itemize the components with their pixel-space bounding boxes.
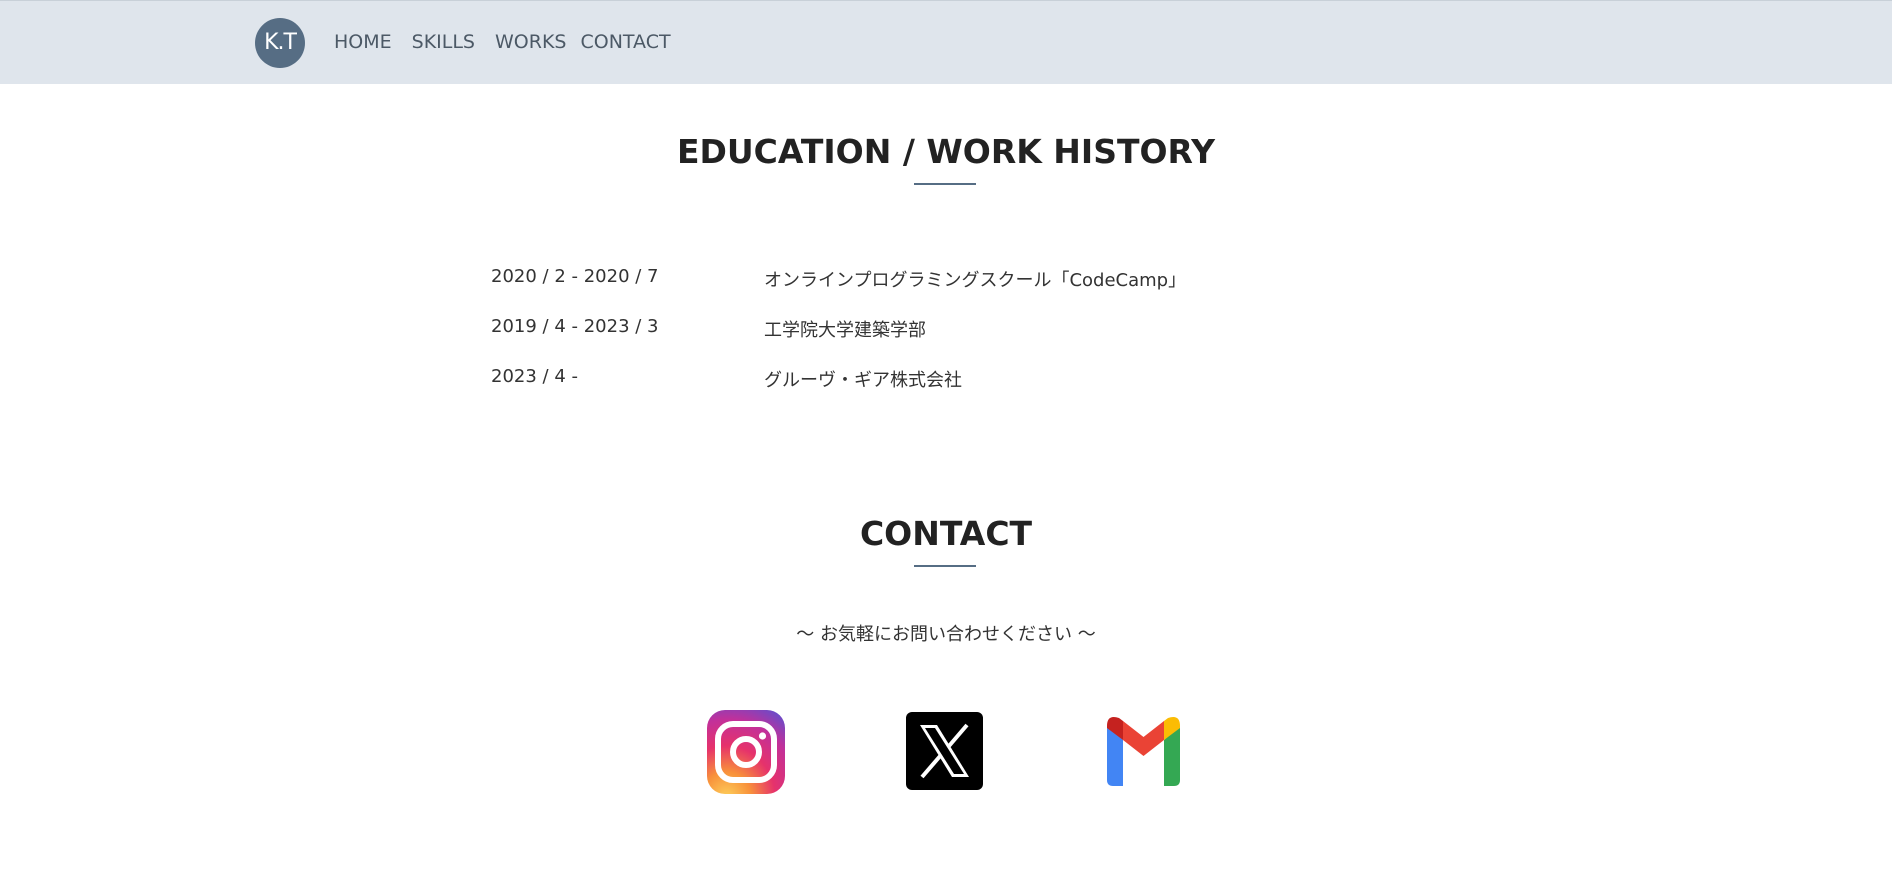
history-description: オンラインプログラミングスクール「CodeCamp」 <box>764 270 1187 291</box>
nav-contact-link[interactable]: CONTACT <box>580 31 670 53</box>
nav-works-link[interactable]: WORKS <box>495 31 566 53</box>
instagram-icon <box>707 710 785 794</box>
logo-text: K.T <box>264 30 297 55</box>
site-header: K.T HOME SKILLS WORKS CONTACT <box>0 0 1892 84</box>
nav-skills-link[interactable]: SKILLS <box>412 31 475 53</box>
x-icon <box>906 712 983 790</box>
main-nav: HOME SKILLS WORKS CONTACT <box>334 31 671 53</box>
history-date: 2019 / 4 - 2023 / 3 <box>491 316 659 337</box>
logo-badge[interactable]: K.T <box>255 18 305 68</box>
nav-home-link[interactable]: HOME <box>334 31 392 53</box>
education-title-underline <box>914 183 976 185</box>
instagram-link[interactable] <box>706 709 786 795</box>
contact-section-title: CONTACT <box>859 514 1033 553</box>
contact-subtitle: 〜 お気軽にお問い合わせください 〜 <box>796 624 1096 645</box>
history-date: 2020 / 2 - 2020 / 7 <box>491 266 659 287</box>
contact-title-underline <box>914 565 976 567</box>
gmail-link[interactable] <box>1107 714 1180 788</box>
gmail-icon <box>1107 717 1180 786</box>
history-description: グルーヴ・ギア株式会社 <box>764 370 962 391</box>
x-link[interactable] <box>906 712 983 790</box>
history-date: 2023 / 4 - <box>491 366 578 387</box>
history-description: 工学院大学建築学部 <box>764 320 926 341</box>
education-section-title: EDUCATION / WORK HISTORY <box>676 132 1216 171</box>
